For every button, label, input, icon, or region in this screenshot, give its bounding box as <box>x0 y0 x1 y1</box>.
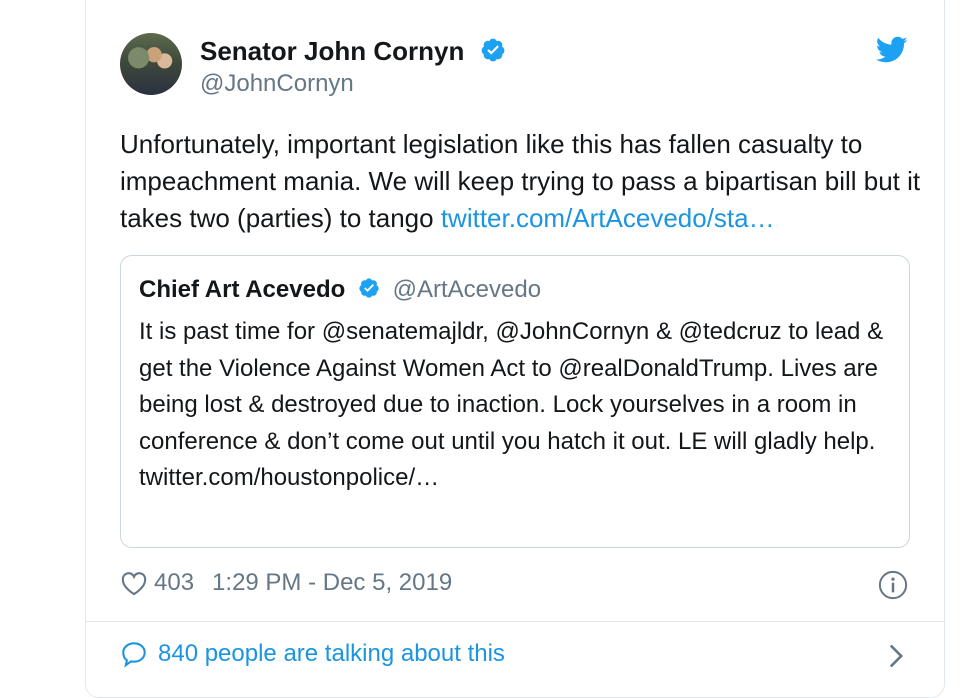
tweet-link[interactable]: twitter.com/ArtAcevedo/sta… <box>441 203 775 233</box>
author-name-text: Senator John Cornyn <box>200 36 465 66</box>
like-count[interactable]: 403 <box>154 569 194 597</box>
quoted-tweet-text: It is past time for @senatemajldr, @John… <box>139 318 884 491</box>
quoted-author[interactable]: Chief Art Acevedo @ArtAcevedo <box>139 276 541 306</box>
chevron-right-icon[interactable] <box>886 643 906 674</box>
info-icon[interactable] <box>878 570 908 605</box>
tweet-meta: 403 1:29 PM - Dec 5, 2019 <box>120 569 452 597</box>
speech-bubble-icon <box>120 640 148 668</box>
twitter-bird-icon[interactable] <box>875 36 908 69</box>
tweet-timestamp[interactable]: 1:29 PM - Dec 5, 2019 <box>212 569 452 597</box>
author-avatar[interactable] <box>120 33 182 95</box>
verified-badge-icon <box>480 37 506 70</box>
talking-count: 840 people are talking about this <box>158 640 505 667</box>
quoted-author-handle: @ArtAcevedo <box>392 276 542 303</box>
quoted-author-name: Chief Art Acevedo <box>139 276 346 303</box>
author-handle[interactable]: @JohnCornyn <box>200 70 354 98</box>
tweet-text: Unfortunately, important legislation lik… <box>120 126 930 237</box>
divider <box>86 621 944 622</box>
verified-badge-icon <box>358 277 380 306</box>
conversation-link[interactable]: 840 people are talking about this <box>120 640 505 668</box>
heart-icon[interactable] <box>120 570 148 596</box>
author-name[interactable]: Senator John Cornyn <box>200 36 506 70</box>
